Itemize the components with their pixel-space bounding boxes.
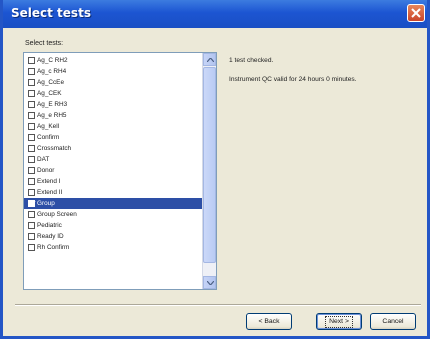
cancel-button[interactable]: Cancel bbox=[370, 313, 416, 330]
test-label: Extend II bbox=[37, 189, 63, 196]
test-checkbox[interactable] bbox=[28, 244, 35, 251]
next-button[interactable]: Next > bbox=[316, 313, 362, 330]
button-divider bbox=[15, 304, 421, 306]
test-list-item[interactable]: Pediatric bbox=[24, 220, 202, 231]
test-label: Rh Confirm bbox=[37, 244, 70, 251]
test-checkbox[interactable] bbox=[28, 178, 35, 185]
test-checkbox[interactable] bbox=[28, 90, 35, 97]
chevron-up-icon bbox=[207, 58, 214, 62]
test-label: Ag_C RH2 bbox=[37, 57, 68, 64]
test-checkbox[interactable] bbox=[28, 123, 35, 130]
scroll-down-button[interactable] bbox=[203, 276, 216, 289]
test-checkbox[interactable] bbox=[28, 112, 35, 119]
test-list-item[interactable]: DAT bbox=[24, 154, 202, 165]
test-label: Group Screen bbox=[37, 211, 77, 218]
scroll-thumb[interactable] bbox=[203, 67, 216, 263]
test-list-item[interactable]: Ag_c RH4 bbox=[24, 66, 202, 77]
test-checkbox[interactable] bbox=[28, 189, 35, 196]
test-list-item[interactable]: Ready ID bbox=[24, 231, 202, 242]
test-list-item[interactable]: Ag_e RH5 bbox=[24, 110, 202, 121]
close-icon bbox=[411, 8, 421, 18]
test-checkbox[interactable] bbox=[28, 233, 35, 240]
test-label: Confirm bbox=[37, 134, 60, 141]
test-checkbox[interactable] bbox=[28, 156, 35, 163]
test-label: Group bbox=[37, 200, 55, 207]
tests-list: Ag_C RH2 Ag_c RH4 Ag_CcEe Ag_CEK Ag_E RH3 Ag_… bbox=[24, 55, 202, 253]
test-checkbox[interactable] bbox=[28, 145, 35, 152]
test-list-item[interactable]: Ag_CEK bbox=[24, 88, 202, 99]
test-checkbox[interactable] bbox=[28, 101, 35, 108]
test-label: Ag_CEK bbox=[37, 90, 62, 97]
tests-checklist[interactable]: Ag_C RH2 Ag_c RH4 Ag_CcEe Ag_CEK Ag_E RH3 Ag_… bbox=[23, 52, 217, 290]
test-label: Ready ID bbox=[37, 233, 64, 240]
test-checkbox[interactable] bbox=[28, 167, 35, 174]
close-button[interactable] bbox=[407, 4, 425, 22]
test-label: Crossmatch bbox=[37, 145, 72, 152]
test-label: DAT bbox=[37, 156, 50, 163]
qc-valid-message: Instrument QC valid for 24 hours 0 minut… bbox=[229, 76, 357, 83]
select-tests-dialog: Select tests Select tests: Ag_C RH2 Ag_c … bbox=[0, 0, 430, 339]
test-label: Pediatric bbox=[37, 222, 62, 229]
test-label: Ag_CcEe bbox=[37, 79, 64, 86]
next-button-label: Next > bbox=[325, 316, 353, 328]
test-checkbox[interactable] bbox=[28, 200, 36, 207]
test-list-item[interactable]: Extend II bbox=[24, 187, 202, 198]
test-checkbox[interactable] bbox=[28, 211, 35, 218]
title-bar[interactable]: Select tests bbox=[3, 0, 427, 28]
test-list-item[interactable]: Rh Confirm bbox=[24, 242, 202, 253]
test-label: Ag_E RH3 bbox=[37, 101, 68, 108]
select-tests-label: Select tests: bbox=[25, 40, 64, 47]
vertical-scrollbar[interactable] bbox=[202, 53, 216, 289]
test-list-item[interactable]: Extend I bbox=[24, 176, 202, 187]
checkmark-icon bbox=[29, 200, 36, 207]
test-checkbox[interactable] bbox=[28, 222, 35, 229]
chevron-down-icon bbox=[207, 281, 214, 285]
test-list-item[interactable]: Confirm bbox=[24, 132, 202, 143]
test-list-item[interactable]: Group Screen bbox=[24, 209, 202, 220]
test-list-item[interactable]: Ag_C RH2 bbox=[24, 55, 202, 66]
test-checkbox[interactable] bbox=[28, 68, 35, 75]
test-label: Ag_Kell bbox=[37, 123, 60, 130]
test-checkbox[interactable] bbox=[28, 134, 35, 141]
back-button[interactable]: < Back bbox=[246, 313, 292, 330]
test-label: Extend I bbox=[37, 178, 61, 185]
scroll-up-button[interactable] bbox=[203, 53, 216, 66]
test-label: Ag_c RH4 bbox=[37, 68, 67, 75]
tests-checked-count: 1 test checked. bbox=[229, 57, 274, 64]
dialog-title: Select tests bbox=[11, 6, 91, 20]
test-label: Ag_e RH5 bbox=[37, 112, 67, 119]
test-label: Donor bbox=[37, 167, 55, 174]
test-checkbox[interactable] bbox=[28, 57, 35, 64]
test-list-item[interactable]: Group bbox=[24, 198, 202, 209]
test-list-item[interactable]: Donor bbox=[24, 165, 202, 176]
test-list-item[interactable]: Crossmatch bbox=[24, 143, 202, 154]
test-list-item[interactable]: Ag_E RH3 bbox=[24, 99, 202, 110]
test-list-item[interactable]: Ag_Kell bbox=[24, 121, 202, 132]
test-list-item[interactable]: Ag_CcEe bbox=[24, 77, 202, 88]
test-checkbox[interactable] bbox=[28, 79, 35, 86]
